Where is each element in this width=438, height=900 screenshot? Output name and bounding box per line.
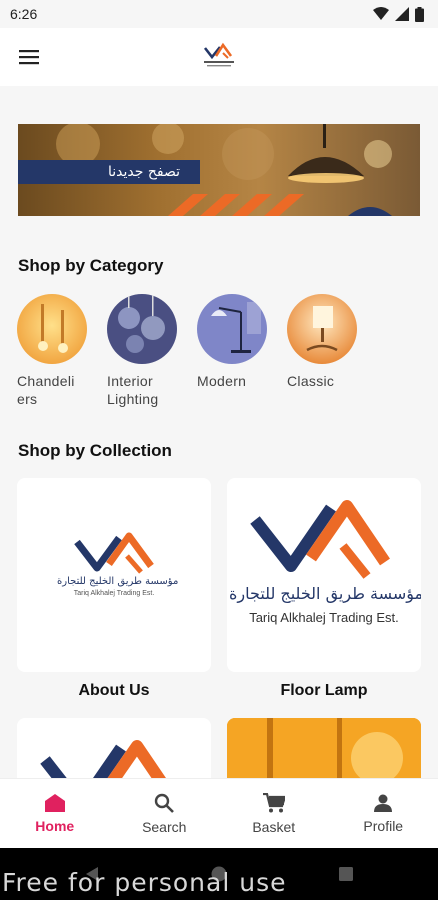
category-modern[interactable]: Modern [197, 294, 267, 408]
recents-icon[interactable] [339, 867, 353, 881]
category-label: Chandeli ers [17, 373, 75, 407]
home-content[interactable]: تصفح جديدنا Shop by Category Chandeli er… [0, 86, 438, 778]
category-interior-lighting[interactable]: Interior Lighting [107, 294, 177, 408]
category-label: Interior Lighting [107, 373, 159, 407]
category-chandeliers[interactable]: Chandeli ers [17, 294, 87, 408]
brand-logo-image [74, 532, 154, 574]
hamburger-menu-icon [19, 50, 39, 65]
brand-english-name: Tariq Alkhalej Trading Est. [249, 610, 399, 625]
app-bar [0, 28, 438, 86]
collection-card[interactable] [17, 718, 211, 778]
banner-tag: تصفح جديدنا [18, 160, 200, 184]
brand-english-name: Tariq Alkhalej Trading Est. [73, 590, 155, 597]
nav-home[interactable]: Home [0, 779, 110, 848]
nav-label: Home [35, 817, 75, 834]
menu-button[interactable] [0, 28, 58, 86]
interior-lighting-thumbnail [107, 294, 177, 364]
brand-arabic-name: مؤسسة طريق الخليج للتجارة [229, 584, 421, 603]
status-icons [373, 6, 424, 22]
clock: 6:26 [10, 6, 38, 22]
status-bar: 6:26 [0, 0, 438, 28]
collection-image [227, 718, 421, 778]
shop-by-collection-title: Shop by Collection [18, 441, 172, 460]
bottom-navigation: Home Search Basket Profile [0, 778, 438, 848]
brand-arabic-name: مؤسسة طريق الخليج للتجارة [57, 576, 179, 587]
nav-label: Basket [252, 818, 296, 835]
brand-logo-image [40, 740, 166, 778]
collection-label: About Us [78, 682, 150, 699]
promo-banner[interactable]: تصفح جديدنا [18, 124, 420, 216]
category-list: Chandeli ers Interior Lighting Modern Cl… [17, 294, 357, 408]
watermark-text: Free for personal use [2, 868, 287, 897]
battery-icon [415, 6, 424, 22]
signal-icon [395, 7, 409, 21]
profile-icon [374, 794, 393, 812]
nav-basket[interactable]: Basket [219, 779, 329, 848]
category-label: Modern [197, 373, 247, 389]
collection-card-floor-lamp[interactable]: مؤسسة طريق الخليج للتجارة Tariq Alkhalej… [227, 478, 421, 672]
chandeliers-thumbnail [17, 294, 87, 364]
nav-search[interactable]: Search [110, 779, 220, 848]
wifi-icon [373, 7, 389, 20]
brand-logo-image [250, 500, 390, 579]
modern-thumbnail [197, 294, 267, 364]
collection-label: Floor Lamp [280, 682, 368, 699]
app-logo [203, 42, 234, 67]
nav-label: Profile [363, 817, 404, 834]
shop-by-category-title: Shop by Category [18, 256, 164, 275]
collection-card[interactable] [227, 718, 421, 778]
cart-icon [262, 792, 285, 812]
category-classic[interactable]: Classic [287, 294, 357, 408]
classic-thumbnail [287, 294, 357, 364]
collection-card-about-us[interactable]: مؤسسة طريق الخليج للتجارة Tariq Alkhalej… [17, 478, 211, 672]
search-icon [155, 793, 175, 813]
home-icon [44, 793, 65, 812]
nav-label: Search [142, 818, 187, 835]
nav-profile[interactable]: Profile [329, 779, 438, 848]
category-label: Classic [287, 373, 335, 389]
